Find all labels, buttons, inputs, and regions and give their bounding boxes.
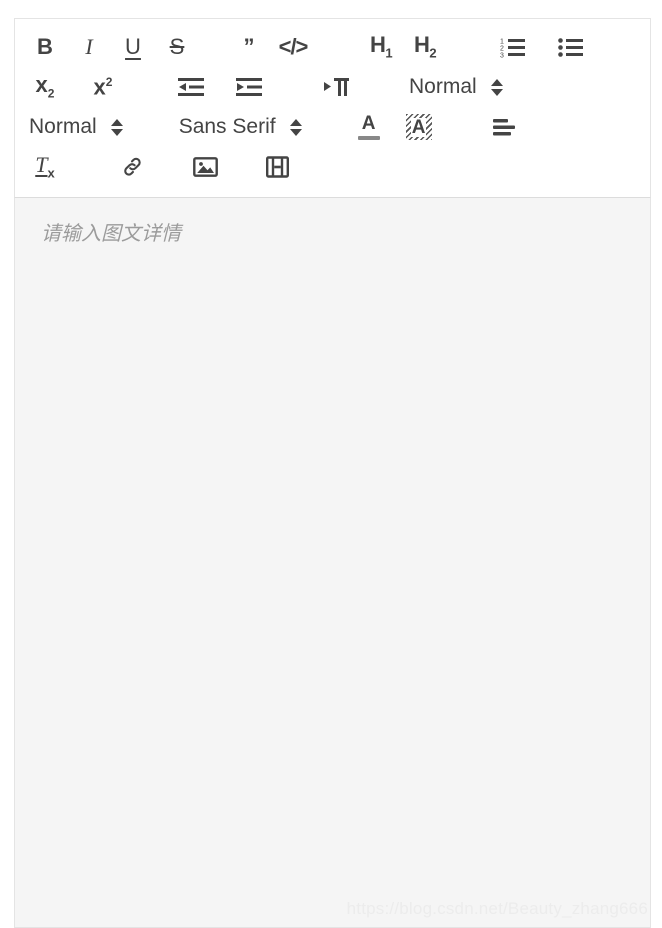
background-color-button[interactable]: A (405, 110, 432, 144)
svg-text:2: 2 (500, 46, 504, 53)
header-picker-label: Normal (409, 75, 477, 98)
font-picker-label: Sans Serif (178, 115, 276, 138)
h1-icon: H1 (369, 32, 393, 61)
link-button[interactable] (117, 151, 149, 183)
bullet-list-icon (558, 36, 584, 58)
header-1-button[interactable]: H1 (365, 31, 397, 63)
align-left-icon (491, 117, 517, 137)
bullet-list-button[interactable] (555, 31, 587, 63)
italic-icon: I (85, 34, 93, 59)
chevron-updown-icon (490, 78, 503, 96)
indent-button[interactable] (233, 71, 265, 103)
text-color-button[interactable]: A (357, 110, 380, 144)
blockquote-button[interactable]: ” (233, 31, 265, 63)
video-button[interactable] (261, 151, 293, 183)
superscript-button[interactable]: x2 (87, 71, 119, 103)
superscript-icon: x2 (93, 74, 113, 100)
indent-icon (236, 77, 262, 97)
toolbar-row-3: Normal Sans Serif A A (29, 107, 636, 147)
size-picker[interactable]: Normal (29, 110, 123, 144)
strikethrough-icon: S (169, 34, 185, 59)
svg-text:1: 1 (500, 39, 504, 46)
text-color-swatch (357, 136, 380, 140)
bold-icon: B (37, 34, 53, 59)
toolbar-row-2: x2 x2 Normal (29, 67, 636, 107)
rich-text-editor: B I U S ” </> H1 H2 1 2 3 x2 x2 Normal N… (14, 18, 651, 928)
background-color-icon: A (405, 114, 432, 140)
clear-formatting-icon: Tx (35, 152, 55, 181)
editor-content-area[interactable]: 请输入图文详情 https://blog.csdn.net/Beauty_zha… (14, 198, 651, 928)
image-icon (192, 156, 218, 178)
align-button[interactable] (488, 111, 520, 143)
outdent-button[interactable] (175, 71, 207, 103)
outdent-icon (178, 77, 204, 97)
bold-button[interactable]: B (29, 31, 61, 63)
clear-formatting-button[interactable]: Tx (29, 151, 61, 183)
strikethrough-button[interactable]: S (161, 31, 193, 63)
editor-toolbar: B I U S ” </> H1 H2 1 2 3 x2 x2 Normal N… (14, 18, 651, 198)
italic-button[interactable]: I (73, 31, 105, 63)
subscript-button[interactable]: x2 (29, 71, 61, 103)
svg-text:3: 3 (500, 53, 504, 59)
underline-button[interactable]: U (117, 31, 149, 63)
watermark-text: https://blog.csdn.net/Beauty_zhang666 (346, 899, 648, 918)
toolbar-row-4: Tx (29, 147, 636, 187)
text-color-icon: A (361, 113, 376, 134)
code-block-button[interactable]: </> (277, 31, 309, 63)
header-picker[interactable]: Normal (409, 70, 503, 104)
text-direction-icon (323, 76, 351, 98)
ordered-list-icon: 1 2 3 (500, 36, 526, 58)
editor-placeholder: 请输入图文详情 (41, 223, 181, 245)
link-icon (121, 155, 145, 179)
underline-icon: U (125, 34, 141, 59)
h2-icon: H2 (413, 32, 437, 61)
toolbar-row-1: B I U S ” </> H1 H2 1 2 3 (29, 27, 636, 67)
text-direction-button[interactable] (321, 71, 353, 103)
font-picker[interactable]: Sans Serif (179, 110, 302, 144)
video-icon (265, 156, 289, 178)
code-icon: </> (278, 34, 309, 59)
subscript-icon: x2 (35, 72, 55, 101)
image-button[interactable] (189, 151, 221, 183)
quote-icon: ” (243, 34, 255, 59)
ordered-list-button[interactable]: 1 2 3 (497, 31, 529, 63)
size-picker-label: Normal (29, 115, 97, 138)
chevron-updown-icon (289, 118, 302, 136)
header-2-button[interactable]: H2 (409, 31, 441, 63)
chevron-updown-icon (110, 118, 123, 136)
